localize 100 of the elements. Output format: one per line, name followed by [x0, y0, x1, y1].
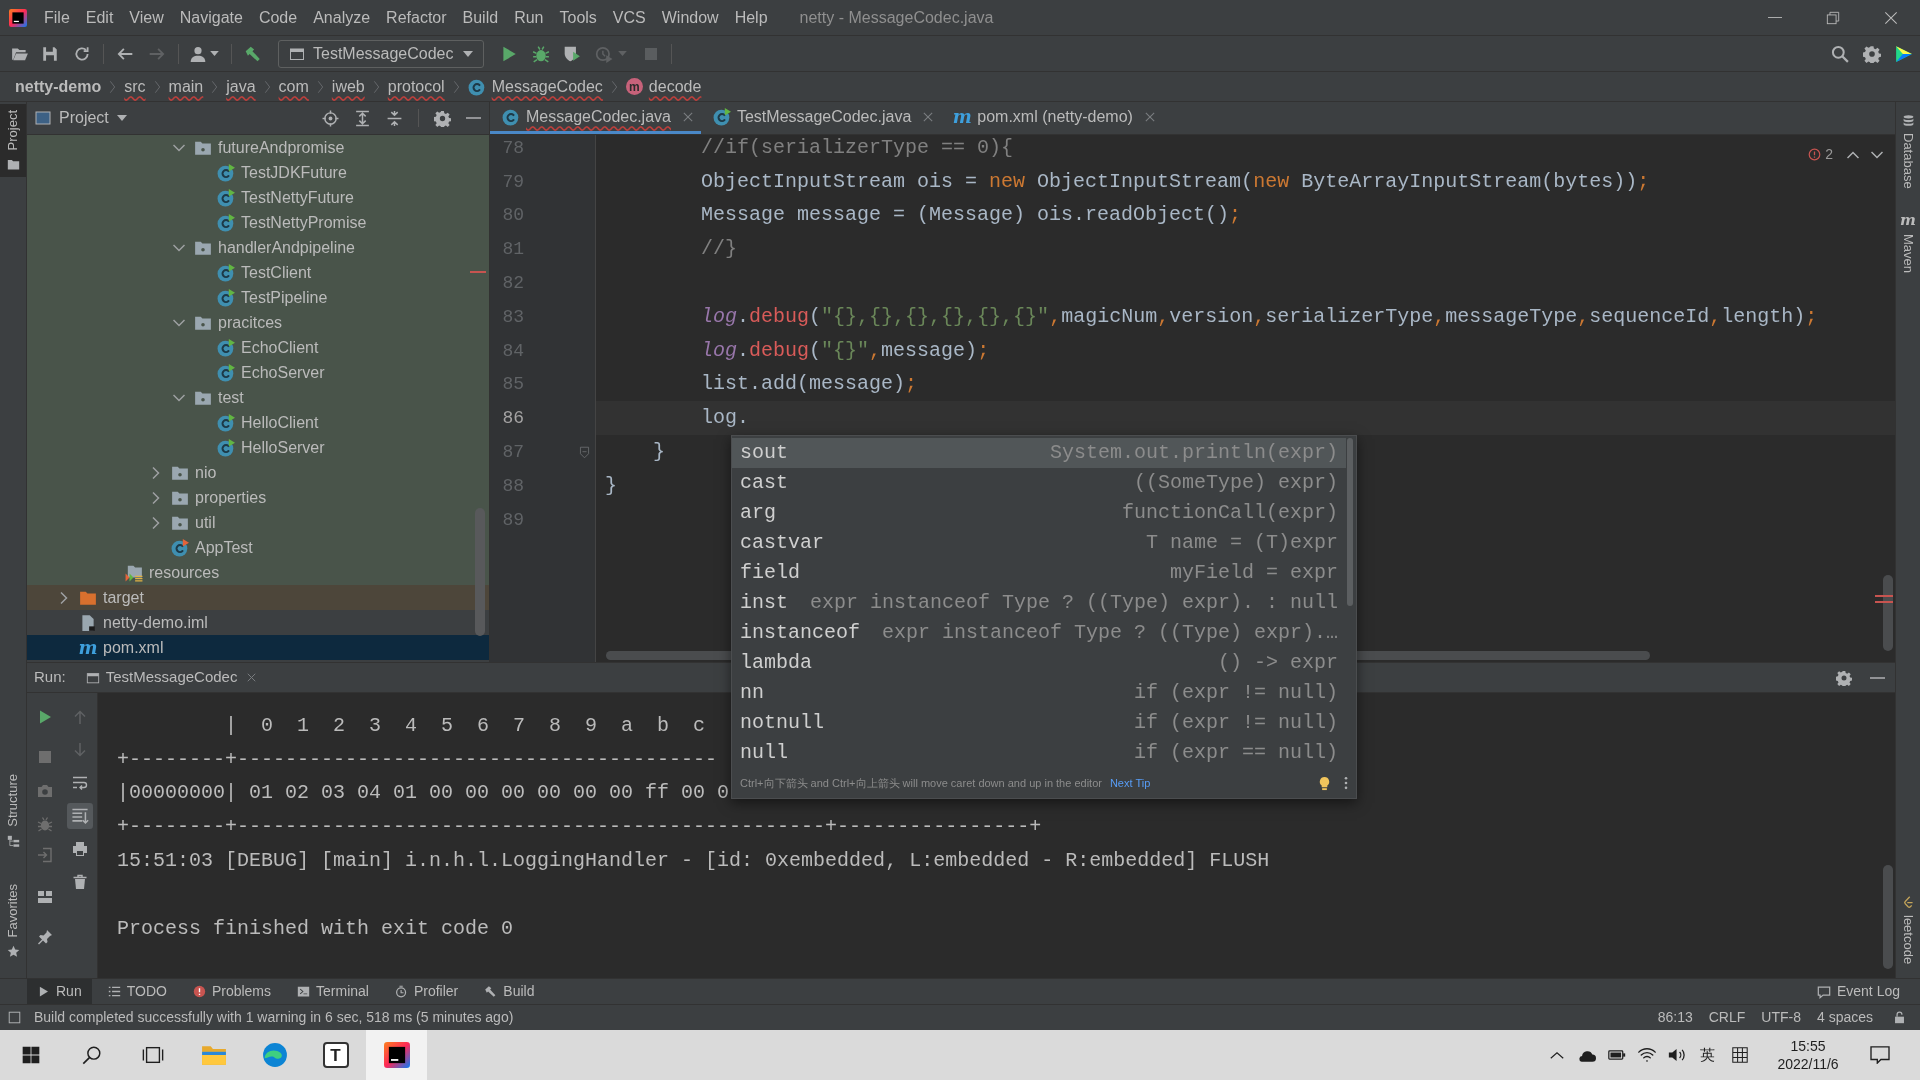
camera-icon[interactable] [37, 783, 53, 799]
tool-window-button[interactable]: Event Log [1816, 981, 1900, 1002]
speaker-icon[interactable] [1668, 1048, 1686, 1062]
completion-item[interactable]: cast ((SomeType) expr) [732, 468, 1346, 498]
tool-window-tab[interactable]: Database [1896, 108, 1920, 195]
settings-icon[interactable] [1863, 44, 1881, 63]
tool-window-button[interactable]: Run [27, 979, 92, 1004]
breadcrumb[interactable]: netty-demo [15, 74, 102, 99]
tree-item[interactable]: util [27, 510, 489, 535]
menu-item[interactable]: Navigate [171, 5, 251, 30]
bug-icon[interactable] [37, 816, 53, 832]
error-icon[interactable] [1808, 148, 1822, 161]
tree-item[interactable]: AppTest [27, 535, 489, 560]
run-configuration-dropdown[interactable]: TestMessageCodec [278, 39, 484, 68]
taskbar-button[interactable]: T [305, 1030, 366, 1080]
padlock-icon[interactable] [1893, 1011, 1906, 1024]
project-view-dropdown[interactable]: Project [35, 106, 127, 130]
chevron-down-icon[interactable] [173, 393, 185, 402]
tree-item[interactable]: TestClient [27, 260, 489, 285]
hammer-icon[interactable] [244, 44, 262, 63]
expand-all-icon[interactable] [354, 109, 371, 127]
tree-item[interactable]: resources [27, 560, 489, 585]
breadcrumb[interactable]: main [168, 74, 204, 99]
square-icon[interactable] [8, 1011, 21, 1024]
breadcrumb[interactable]: src [124, 74, 146, 99]
breadcrumb[interactable]: iweb [331, 74, 365, 99]
tree-item[interactable]: TestJDKFuture [27, 160, 489, 185]
tree-item[interactable]: TestNettyPromise [27, 210, 489, 235]
settings-icon[interactable] [434, 109, 451, 127]
collapse-all-icon[interactable] [386, 109, 403, 127]
exit-icon[interactable] [37, 847, 53, 863]
colorful-triangle-icon[interactable] [1895, 44, 1913, 63]
search-icon[interactable] [1831, 44, 1849, 63]
status-item[interactable]: UTF-8 [1761, 1007, 1801, 1028]
tree-item[interactable]: HelloServer [27, 435, 489, 460]
printer-icon[interactable] [72, 841, 88, 857]
input-mode-indicator[interactable]: 英 [1699, 1043, 1715, 1067]
completion-item[interactable]: arg functionCall(expr) [732, 498, 1346, 528]
breadcrumb[interactable]: m decode [625, 74, 702, 99]
completion-item[interactable]: sout System.out.println(expr) [732, 438, 1346, 468]
stop-icon[interactable] [37, 749, 53, 765]
tree-item[interactable]: pracitces [27, 310, 489, 335]
completion-item[interactable]: notnull if (expr != null) [732, 708, 1346, 738]
menu-item[interactable]: View [121, 5, 172, 30]
chevron-down-icon[interactable] [173, 143, 185, 152]
lightbulb-icon[interactable] [1317, 775, 1332, 791]
tool-window-button[interactable]: Terminal [287, 979, 379, 1004]
tree-item[interactable]: m pom.xml [27, 635, 489, 660]
chevron-up-icon[interactable] [1550, 1051, 1564, 1059]
scrollbar-thumb[interactable] [1883, 575, 1893, 651]
refresh-icon[interactable] [73, 44, 91, 63]
tree-item[interactable]: EchoClient [27, 335, 489, 360]
scrollbar-thumb[interactable] [475, 508, 485, 636]
run-tab[interactable]: TestMessageCodec [79, 663, 263, 692]
user-icon[interactable] [189, 44, 207, 63]
editor-tab[interactable]: TestMessageCodec.java [700, 102, 942, 134]
battery-icon[interactable] [1608, 1050, 1626, 1060]
menu-item[interactable]: Code [250, 5, 306, 30]
completion-item[interactable]: nn if (expr != null) [732, 678, 1346, 708]
app-logo-icon[interactable] [9, 8, 27, 27]
menu-item[interactable]: Window [653, 5, 727, 30]
wifi-icon[interactable] [1638, 1048, 1656, 1062]
chevron-down-icon[interactable] [1871, 150, 1883, 159]
save-icon[interactable] [41, 44, 59, 63]
layout-icon[interactable] [37, 889, 53, 905]
breadcrumb[interactable]: MessageCodec [467, 74, 603, 99]
breadcrumb[interactable]: protocol [387, 74, 445, 99]
shield-play-icon[interactable] [563, 44, 581, 63]
bug-icon[interactable] [532, 44, 550, 63]
tool-window-tab[interactable]: m Maven [1896, 206, 1920, 279]
pin-icon[interactable] [37, 929, 53, 945]
cloud-icon[interactable] [1578, 1048, 1596, 1062]
status-item[interactable]: CRLF [1708, 1007, 1746, 1028]
wrap-lines-icon[interactable] [72, 775, 88, 791]
scrollbar-thumb[interactable] [1347, 438, 1353, 606]
minimize-icon[interactable] [1870, 676, 1885, 679]
next-tip-link[interactable]: Next Tip [1109, 774, 1151, 792]
menu-item[interactable]: Run [506, 5, 552, 30]
close-icon[interactable] [923, 111, 934, 122]
completion-item[interactable]: castvar T name = (T)expr [732, 528, 1346, 558]
fold-marker-icon[interactable] [578, 445, 591, 459]
completion-item[interactable]: lambda () -> expr [732, 648, 1346, 678]
completion-item[interactable]: field myField = expr [732, 558, 1346, 588]
tool-window-tab[interactable]: Structure [0, 767, 26, 854]
close-icon[interactable] [247, 673, 257, 682]
menu-item[interactable]: File [36, 5, 78, 30]
tool-window-tab[interactable]: Project [0, 104, 26, 178]
windows-logo-icon[interactable] [20, 1045, 41, 1065]
tree-item[interactable]: EchoServer [27, 360, 489, 385]
chevron-right-icon[interactable] [152, 491, 160, 504]
chevron-right-icon[interactable] [60, 591, 68, 604]
tool-window-button[interactable]: Problems [182, 979, 282, 1004]
menu-item[interactable]: Help [726, 5, 776, 30]
tool-window-button[interactable]: TODO [97, 979, 177, 1004]
grid-icon[interactable] [1732, 1047, 1748, 1063]
completion-item[interactable]: instanceof expr instanceof Type ? ((Type) expr).… [732, 618, 1346, 648]
tree-item[interactable]: properties [27, 485, 489, 510]
tool-window-button[interactable]: Build [474, 979, 545, 1004]
chevron-right-icon[interactable] [152, 516, 160, 529]
notifications-icon[interactable] [1870, 1046, 1890, 1064]
